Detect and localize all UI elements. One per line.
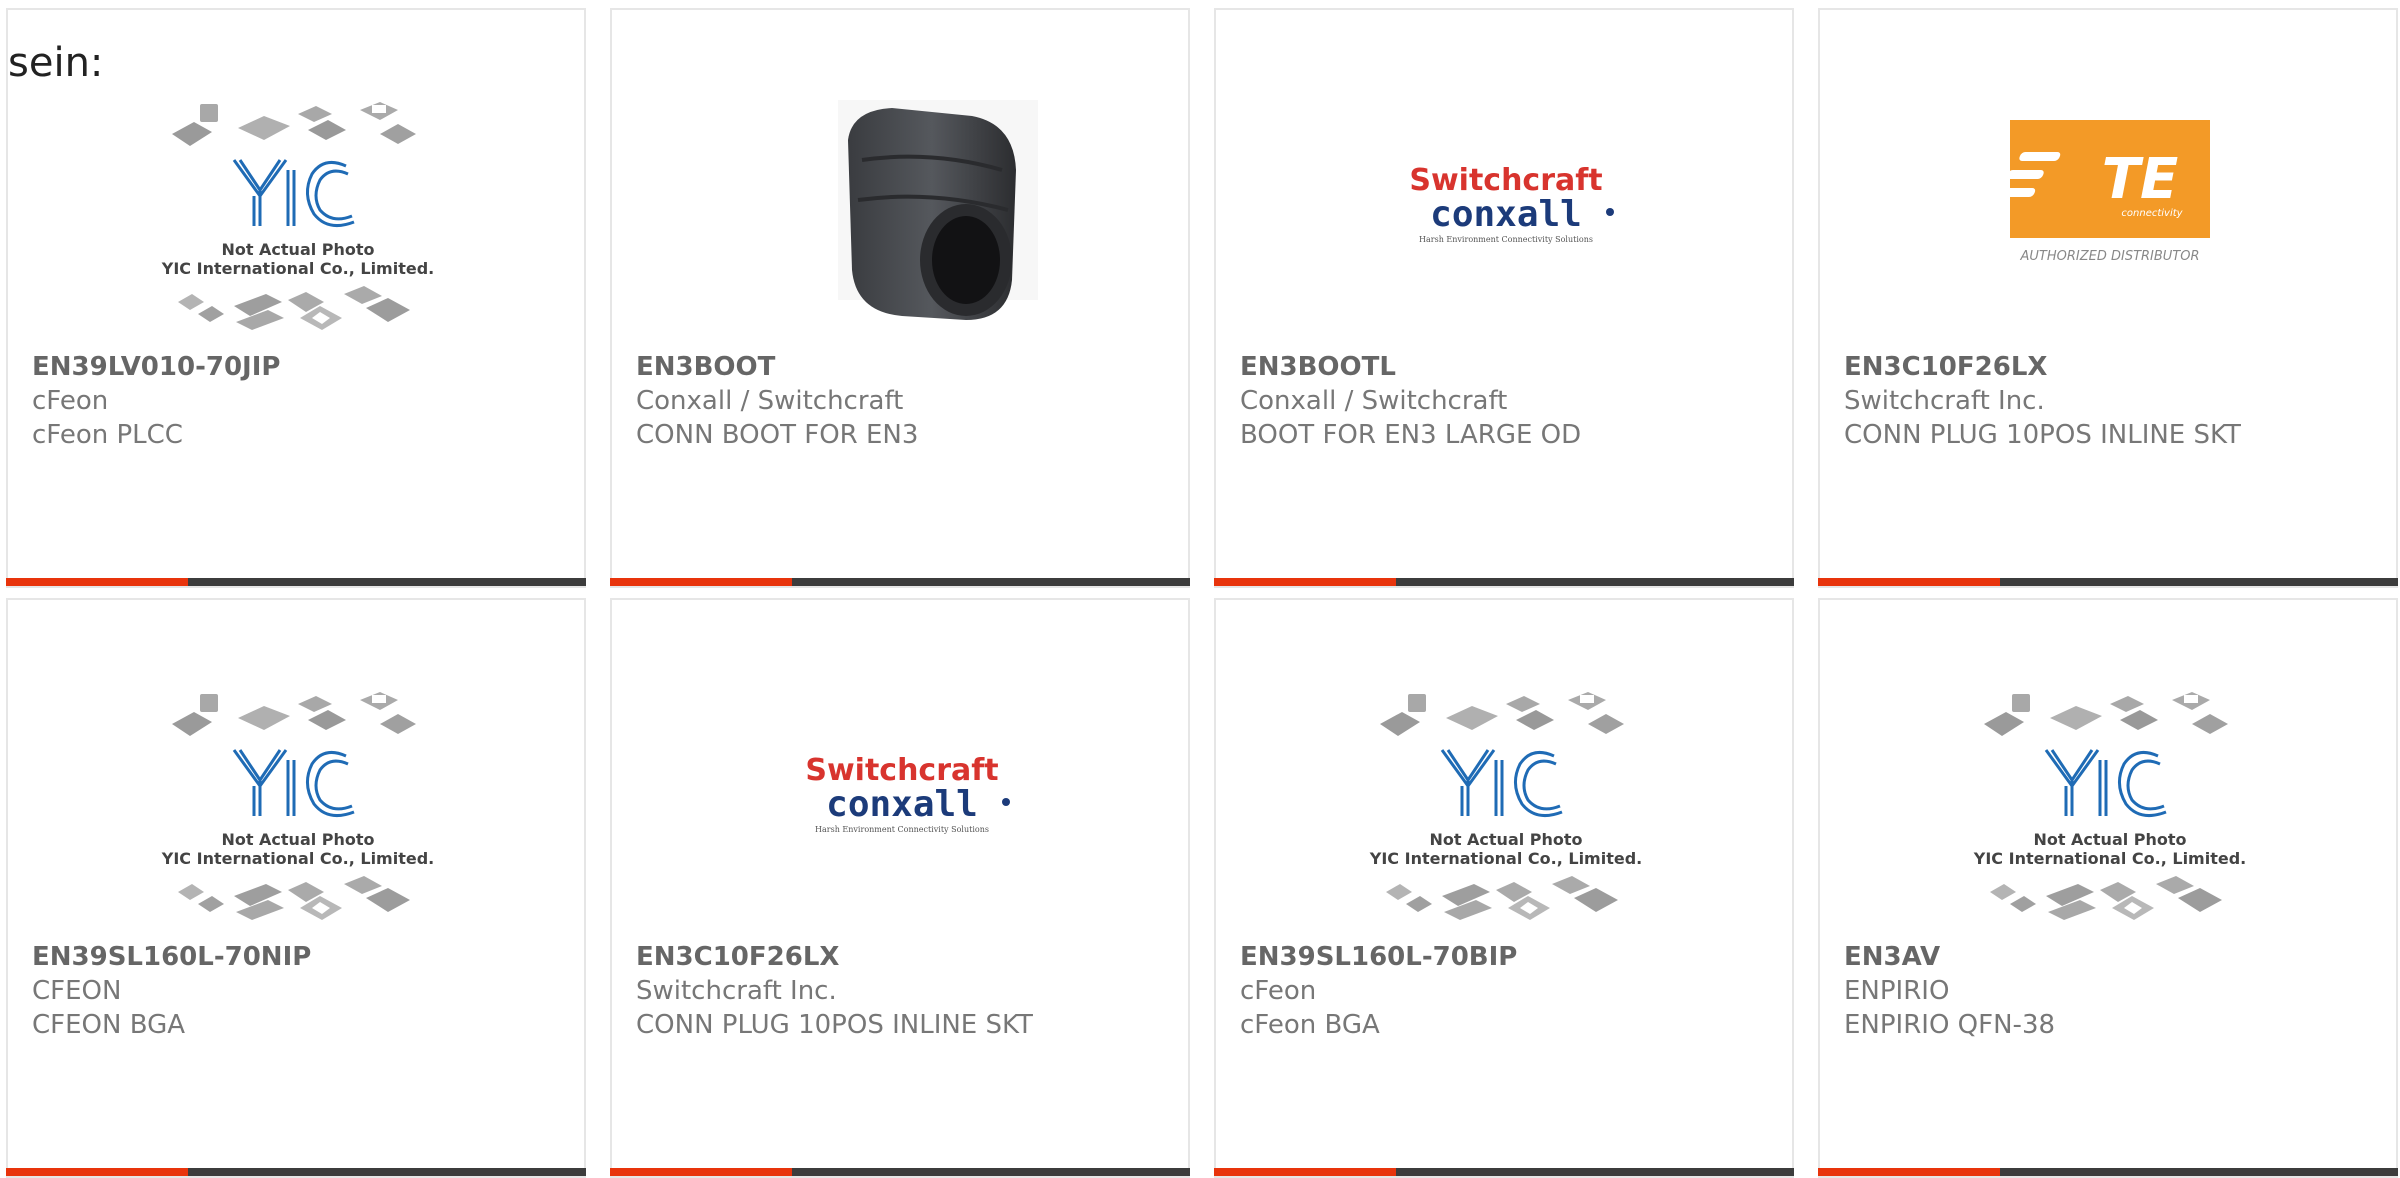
- product-card[interactable]: Switchcraft conxall Harsh Environment Co…: [1214, 8, 1794, 588]
- te-connectivity-logo: TE connectivity AUTHORIZED DISTRIBUTOR: [1994, 120, 2210, 264]
- product-card[interactable]: Not Actual Photo YIC International Co., …: [6, 8, 586, 588]
- card-footer-accent: [1214, 1168, 1396, 1176]
- product-card[interactable]: Not Actual Photo YIC International Co., …: [1818, 598, 2398, 1178]
- description: cFeon BGA: [1240, 1010, 1380, 1040]
- card-footer-bar: [1818, 578, 2398, 586]
- yic-placeholder-image: Not Actual Photo YIC International Co., …: [1369, 692, 1642, 920]
- part-number-link[interactable]: EN3C10F26LX: [1844, 350, 2376, 384]
- card-footer-accent: [610, 578, 792, 586]
- part-number-link[interactable]: EN39LV010-70JIP: [32, 350, 564, 384]
- card-footer-accent: [1818, 1168, 2000, 1176]
- svg-text:conxall: conxall: [1430, 194, 1582, 235]
- card-footer-bar: [610, 1168, 1190, 1176]
- description: CONN PLUG 10POS INLINE SKT: [1844, 420, 2241, 450]
- product-thumbnail[interactable]: Not Actual Photo YIC International Co., …: [1960, 680, 2260, 950]
- product-card[interactable]: TE connectivity AUTHORIZED DISTRIBUTOR E…: [1818, 8, 2398, 588]
- description: BOOT FOR EN3 LARGE OD: [1240, 420, 1582, 450]
- product-info: EN3AV ENPIRIO ENPIRIO QFN-38: [1844, 940, 2376, 1042]
- product-info: EN3BOOTL Conxall / Switchcraft BOOT FOR EN…: [1240, 350, 1772, 452]
- card-footer-bar: [6, 578, 586, 586]
- svg-text:Switchcraft: Switchcraft: [1409, 163, 1602, 198]
- svg-text:Not Actual Photo: Not Actual Photo: [221, 240, 374, 259]
- card-footer-bar: [1214, 578, 1794, 586]
- card-footer-bar: [6, 1168, 586, 1176]
- product-card[interactable]: EN3BOOT Conxall / Switchcraft CONN BOOT FO…: [610, 8, 1190, 588]
- manufacturer: cFeon: [1240, 976, 1317, 1006]
- yic-placeholder-image: Not Actual Photo YIC International Co., …: [161, 102, 434, 330]
- product-grid: sein: Not Actual Photo YIC International…: [0, 0, 2400, 1178]
- card-footer-bar: [1214, 1168, 1794, 1176]
- card-footer-bar: [610, 578, 1190, 586]
- manufacturer: Conxall / Switchcraft: [1240, 386, 1508, 416]
- product-card[interactable]: Not Actual Photo YIC International Co., …: [6, 598, 586, 1178]
- product-thumbnail[interactable]: Not Actual Photo YIC International Co., …: [1356, 680, 1656, 950]
- description: CONN PLUG 10POS INLINE SKT: [636, 1010, 1033, 1040]
- card-footer-bar: [1818, 1168, 2398, 1176]
- product-thumbnail[interactable]: Not Actual Photo YIC International Co., …: [148, 680, 448, 950]
- product-info: EN3BOOT Conxall / Switchcraft CONN BOOT FO…: [636, 350, 1168, 452]
- manufacturer: Switchcraft Inc.: [636, 976, 837, 1006]
- rubber-boot-photo: [838, 100, 1038, 320]
- manufacturer: cFeon: [32, 386, 109, 416]
- svg-text:TE: TE: [2102, 147, 2178, 212]
- description: ENPIRIO QFN-38: [1844, 1010, 2056, 1040]
- section-label: sein:: [8, 40, 104, 86]
- svg-text:YIC International Co., Limited: YIC International Co., Limited.: [1973, 849, 2246, 868]
- part-number-link[interactable]: EN39SL160L-70NIP: [32, 940, 564, 974]
- product-thumbnail[interactable]: [752, 90, 1052, 360]
- product-thumbnail[interactable]: Not Actual Photo YIC International Co., …: [148, 90, 448, 360]
- part-number-link[interactable]: EN3BOOTL: [1240, 350, 1772, 384]
- part-number-link[interactable]: EN3C10F26LX: [636, 940, 1168, 974]
- switchcraft-conxall-logo: Switchcraft conxall Harsh Environment Co…: [1409, 163, 1614, 244]
- svg-text:AUTHORIZED DISTRIBUTOR: AUTHORIZED DISTRIBUTOR: [2019, 249, 2199, 264]
- product-info: EN39SL160L-70BIP cFeon cFeon BGA: [1240, 940, 1772, 1042]
- manufacturer: Switchcraft Inc.: [1844, 386, 2045, 416]
- product-thumbnail[interactable]: Switchcraft conxall Harsh Environment Co…: [752, 680, 1052, 950]
- svg-text:Not Actual Photo: Not Actual Photo: [1429, 830, 1582, 849]
- product-card[interactable]: Switchcraft conxall Harsh Environment Co…: [610, 598, 1190, 1178]
- part-number-link[interactable]: EN3BOOT: [636, 350, 1168, 384]
- svg-text:Not Actual Photo: Not Actual Photo: [2033, 830, 2186, 849]
- product-card[interactable]: Not Actual Photo YIC International Co., …: [1214, 598, 1794, 1178]
- manufacturer: Conxall / Switchcraft: [636, 386, 904, 416]
- description: CONN BOOT FOR EN3: [636, 420, 919, 450]
- manufacturer: CFEON: [32, 976, 122, 1006]
- svg-text:YIC International Co., Limited: YIC International Co., Limited.: [161, 259, 434, 278]
- svg-text:conxall: conxall: [826, 784, 978, 825]
- description: cFeon PLCC: [32, 420, 183, 450]
- manufacturer: ENPIRIO: [1844, 976, 1950, 1006]
- svg-text:Not Actual Photo: Not Actual Photo: [221, 830, 374, 849]
- card-footer-accent: [1214, 578, 1396, 586]
- card-footer-accent: [1818, 578, 2000, 586]
- yic-placeholder-image: Not Actual Photo YIC International Co., …: [1973, 692, 2246, 920]
- part-number-link[interactable]: EN39SL160L-70BIP: [1240, 940, 1772, 974]
- svg-text:Harsh Environment Connectivity: Harsh Environment Connectivity Solutions: [815, 825, 989, 834]
- svg-text:Switchcraft: Switchcraft: [805, 753, 998, 788]
- switchcraft-conxall-logo: Switchcraft conxall Harsh Environment Co…: [805, 753, 1010, 834]
- card-footer-accent: [6, 1168, 188, 1176]
- product-info: EN3C10F26LX Switchcraft Inc. CONN PLUG 10P…: [636, 940, 1168, 1042]
- svg-text:Harsh Environment Connectivity: Harsh Environment Connectivity Solutions: [1419, 235, 1593, 244]
- part-number-link[interactable]: EN3AV: [1844, 940, 2376, 974]
- product-info: EN39SL160L-70NIP CFEON CFEON BGA: [32, 940, 564, 1042]
- product-info: EN39LV010-70JIP cFeon cFeon PLCC: [32, 350, 564, 452]
- card-footer-accent: [6, 578, 188, 586]
- svg-text:YIC International Co., Limited: YIC International Co., Limited.: [1369, 849, 1642, 868]
- yic-placeholder-image: Not Actual Photo YIC International Co., …: [161, 692, 434, 920]
- svg-text:connectivity: connectivity: [2121, 208, 2183, 219]
- product-info: EN3C10F26LX Switchcraft Inc. CONN PLUG 10P…: [1844, 350, 2376, 452]
- product-thumbnail[interactable]: Switchcraft conxall Harsh Environment Co…: [1356, 90, 1656, 360]
- svg-text:YIC International Co., Limited: YIC International Co., Limited.: [161, 849, 434, 868]
- card-footer-accent: [610, 1168, 792, 1176]
- product-thumbnail[interactable]: TE connectivity AUTHORIZED DISTRIBUTOR: [1960, 90, 2260, 360]
- description: CFEON BGA: [32, 1010, 186, 1040]
